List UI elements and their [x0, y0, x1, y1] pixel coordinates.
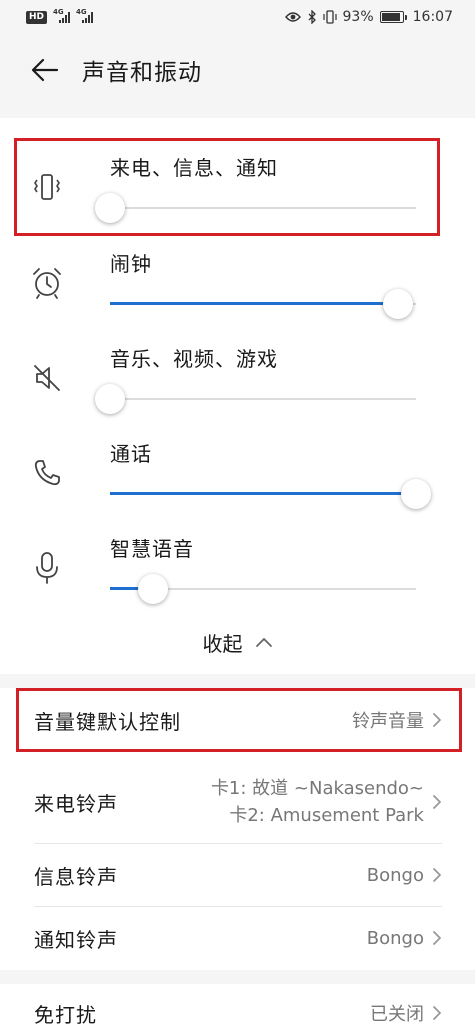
- volume-key-value: 铃声音量: [352, 711, 424, 732]
- slider-thumb[interactable]: [95, 193, 125, 223]
- chevron-right-icon: [433, 868, 441, 882]
- message-ringtone-value: Bongo: [366, 864, 424, 886]
- ringtone-sim1: 卡1: 故道 ~Nakasendo~: [210, 778, 424, 799]
- collapse-label: 收起: [202, 631, 243, 656]
- ring-volume-slider[interactable]: [95, 192, 416, 224]
- phone-icon: [28, 454, 66, 492]
- notification-ringtone-title: 通知铃声: [34, 927, 118, 952]
- vibrate-status-icon: [322, 10, 337, 24]
- volume-label-call: 通话: [110, 442, 152, 466]
- chevron-right-icon: [433, 1006, 441, 1020]
- message-ringtone-title: 信息铃声: [34, 864, 118, 889]
- dnd-card: 免打扰 已关闭: [0, 984, 475, 1030]
- chevron-right-icon: [433, 931, 441, 945]
- incoming-ringtone-row[interactable]: 来电铃声 卡1: 故道 ~Nakasendo~ 卡2: Amusement Pa…: [34, 758, 442, 846]
- voice-volume-slider[interactable]: [110, 573, 416, 605]
- volume-card: 来电、信息、通知 闹钟 音乐、视频、游戏 通话 智慧语音 收起: [0, 118, 475, 674]
- arrow-left-icon: [31, 58, 59, 82]
- dnd-row[interactable]: 免打扰 已关闭: [34, 984, 442, 1030]
- status-time: 16:07: [412, 9, 453, 25]
- message-ringtone-row[interactable]: 信息铃声 Bongo: [34, 844, 442, 906]
- back-button[interactable]: [22, 47, 68, 93]
- dnd-value-group: 已关闭: [370, 1000, 442, 1026]
- battery-icon: [379, 11, 407, 23]
- slider-track: [110, 207, 416, 209]
- signal-2-label: 4G: [76, 8, 87, 16]
- volume-key-title: 音量键默认控制: [34, 709, 181, 734]
- alarm-volume-slider[interactable]: [110, 288, 416, 320]
- slider-thumb[interactable]: [95, 384, 125, 414]
- volume-row-ring: 来电、信息、通知: [0, 140, 475, 235]
- ringtone-sim2: 卡2: Amusement Park: [229, 805, 424, 826]
- slider-thumb[interactable]: [401, 479, 431, 509]
- alarm-clock-icon: [28, 264, 66, 302]
- incoming-ringtone-title: 来电铃声: [34, 791, 118, 816]
- volume-row-voice: 智慧语音: [0, 521, 475, 616]
- slider-thumb[interactable]: [137, 574, 168, 604]
- collapse-button[interactable]: 收起: [0, 618, 475, 666]
- call-volume-slider[interactable]: [110, 478, 431, 510]
- volume-row-media: 音乐、视频、游戏: [0, 331, 475, 426]
- microphone-icon: [28, 549, 66, 587]
- bluetooth-icon: [308, 10, 316, 24]
- ringtone-card: 音量键默认控制 铃声音量 来电铃声 卡1: 故道 ~Nakasendo~ 卡2:…: [0, 688, 475, 970]
- volume-label-voice: 智慧语音: [110, 537, 194, 561]
- hd-badge: HD: [26, 10, 48, 24]
- notification-ringtone-value: Bongo: [366, 927, 424, 949]
- slider-fill: [110, 302, 398, 305]
- chevron-right-icon: [433, 713, 441, 727]
- slider-track: [110, 398, 416, 400]
- volume-label-media: 音乐、视频、游戏: [110, 347, 278, 371]
- slider-fill: [110, 492, 416, 495]
- dnd-title: 免打扰: [34, 1002, 97, 1027]
- signal-2-icon: 4G: [76, 8, 94, 23]
- volume-label-ring: 来电、信息、通知: [110, 156, 278, 180]
- header: 声音和振动: [0, 34, 475, 106]
- volume-label-alarm: 闹钟: [110, 252, 152, 276]
- incoming-ringtone-value-group: 卡1: 故道 ~Nakasendo~ 卡2: Amusement Park: [211, 775, 442, 829]
- incoming-ringtone-values: 卡1: 故道 ~Nakasendo~ 卡2: Amusement Park: [211, 775, 424, 829]
- eye-icon: [284, 12, 301, 22]
- vibrate-icon: [28, 168, 66, 206]
- status-bar: HD 4G 4G 93% 16:07: [0, 0, 475, 34]
- volume-key-value-group: 铃声音量: [352, 707, 442, 733]
- notification-ringtone-value-group: Bongo: [367, 928, 442, 949]
- media-volume-slider[interactable]: [95, 383, 416, 415]
- status-right: 93% 16:07: [284, 9, 453, 25]
- dnd-value: 已关闭: [370, 1004, 424, 1025]
- message-ringtone-value-group: Bongo: [367, 865, 442, 886]
- battery-fill: [381, 13, 401, 21]
- status-left: HD 4G 4G: [26, 8, 94, 24]
- volume-row-call: 通话: [0, 426, 475, 521]
- battery-percent: 93%: [342, 9, 374, 25]
- signal-1-label: 4G: [53, 8, 64, 16]
- volume-key-row[interactable]: 音量键默认控制 铃声音量: [34, 688, 442, 752]
- volume-row-alarm: 闹钟: [0, 236, 475, 331]
- chevron-up-icon: [255, 638, 272, 647]
- page-title: 声音和振动: [82, 60, 202, 86]
- signal-1-icon: 4G: [53, 8, 71, 23]
- chevron-right-icon: [433, 795, 441, 809]
- notification-ringtone-row[interactable]: 通知铃声 Bongo: [34, 907, 442, 969]
- muted-speaker-icon: [28, 359, 66, 397]
- slider-thumb[interactable]: [382, 289, 413, 319]
